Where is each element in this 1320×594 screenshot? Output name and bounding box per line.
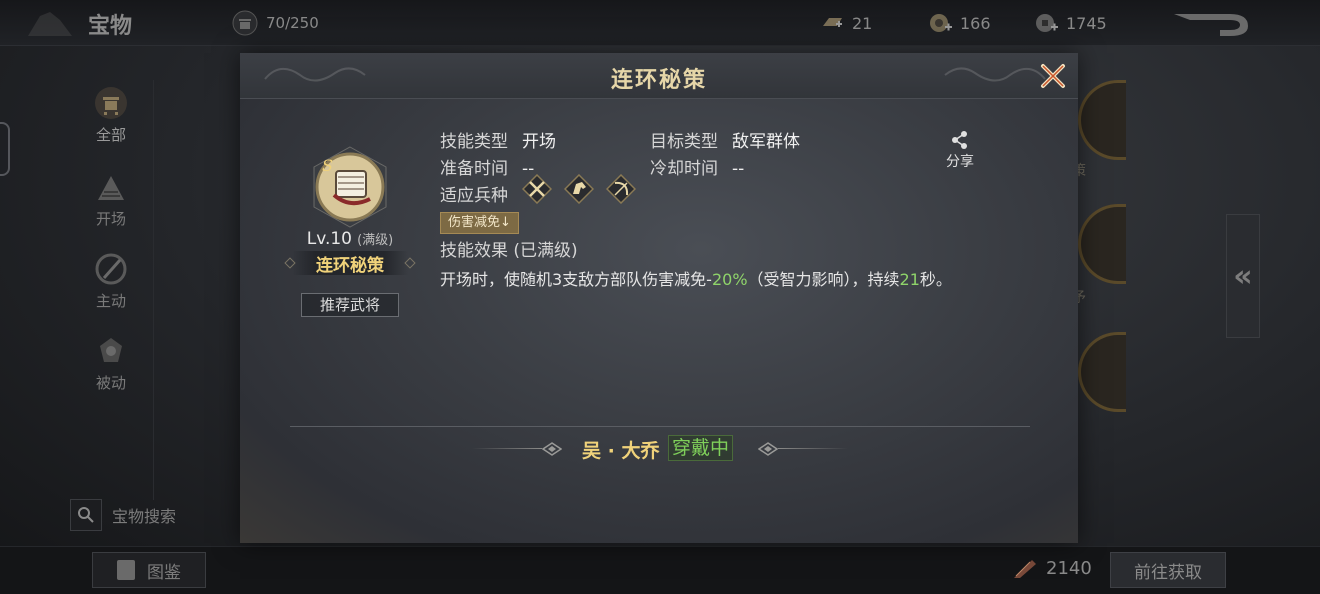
recommend-generals-button[interactable]: 推荐武将 (301, 293, 399, 317)
resource-gold-bar-value: 21 (852, 13, 873, 33)
feather-brush-icon (1014, 560, 1036, 578)
cooldown-label: 冷却时间 (650, 159, 718, 179)
troops-label: 适应兵种 (440, 186, 508, 206)
horse-icon[interactable] (564, 174, 594, 204)
damage-reduction-tag: 伤害减免↓ (440, 212, 519, 234)
ornament-line (778, 448, 848, 449)
effect-text-part1: 开场时，使随机3支敌方部队伤害减免- (440, 270, 712, 289)
target-type-value: 敌军群体 (732, 132, 800, 152)
effect-text-part3: 秒。 (919, 270, 952, 289)
resource-coin-value: 166 (960, 13, 991, 33)
prep-time-row: 准备时间 -- (440, 154, 534, 179)
cooldown-row: 冷却时间 -- (650, 154, 744, 179)
double-chevron-left-icon: « (1233, 258, 1253, 294)
category-opening[interactable]: 开场 (68, 170, 154, 229)
fortress-icon (98, 176, 124, 200)
skill-type-row: 技能类型 开场 (440, 127, 556, 152)
search-label: 宝物搜索 (112, 507, 177, 526)
category-active-label: 主动 (95, 292, 126, 310)
search-icon (70, 499, 102, 531)
modal-title: 连环秘策 (610, 68, 707, 93)
category-opening-label: 开场 (95, 210, 126, 228)
divider (290, 426, 1030, 427)
resource-coin[interactable]: 166 (928, 12, 991, 34)
left-drawer-handle[interactable] (0, 122, 10, 176)
share-label: 分享 (946, 154, 974, 170)
category-all[interactable]: 全部 (68, 86, 154, 145)
cooldown-value: -- (732, 159, 745, 179)
share-icon (952, 131, 967, 149)
level-line: Lv.10 (满级) (280, 229, 420, 249)
skill-type-label: 技能类型 (440, 132, 508, 152)
gold-bar-plus-icon (823, 18, 842, 27)
category-active[interactable]: 主动 (68, 252, 154, 311)
capacity-count: 70/250 (266, 14, 319, 32)
equipped-by-row: 吴 · 大乔 穿戴中 (240, 434, 1078, 464)
treasure-cauldron-icon (95, 87, 127, 119)
skill-type-value: 开场 (522, 132, 556, 152)
effect-text-part2: （受智力影响），持续 (747, 270, 900, 289)
bow-icon[interactable] (606, 174, 636, 204)
diamond-ornament-icon (758, 442, 778, 456)
resource-silver-coin-value: 1745 (1066, 13, 1107, 33)
atlas-button[interactable]: 图鉴 (92, 552, 206, 588)
treasure-detail-modal: 连环秘策 S Lv.10 (满级) 连环秘策 推荐武将 技能类型 开场 目标类型敌… (240, 53, 1078, 543)
book-icon (117, 560, 135, 580)
ornament-line (472, 448, 542, 449)
troops-row: 适应兵种 (440, 181, 508, 206)
share-button[interactable]: 分享 (940, 131, 980, 171)
category-passive[interactable]: 被动 (68, 334, 154, 393)
troop-icons (522, 174, 636, 204)
character-silhouette-icon (28, 12, 72, 36)
page-title: 宝物 (88, 14, 133, 39)
effect-value-2: 21 (899, 270, 920, 289)
coin-plus-icon (930, 14, 952, 32)
diamond-ornament-icon (284, 257, 296, 269)
treasure-search[interactable]: 宝物搜索 (70, 498, 188, 532)
return-button[interactable] (1170, 10, 1254, 40)
equipped-status-badge: 穿戴中 (668, 435, 734, 461)
passive-skill-icon (100, 338, 122, 362)
active-skill-icon (95, 253, 127, 285)
category-all-label: 全部 (95, 126, 126, 144)
collapse-panel-button[interactable]: « (1226, 214, 1260, 338)
goto-acquire-button[interactable]: 前往获取 (1110, 552, 1226, 588)
silver-coin-plus-icon (1036, 14, 1058, 32)
skill-name: 连环秘策 (316, 256, 384, 276)
atlas-label: 图鉴 (147, 562, 181, 583)
diamond-ornament-icon (542, 442, 562, 456)
target-type-row: 目标类型 敌军群体 (650, 127, 800, 152)
skill-name-plate: 连环秘策 (284, 251, 416, 276)
skill-scroll-icon: S (313, 146, 387, 228)
capacity-icon (232, 10, 258, 36)
top-bar (0, 0, 1320, 46)
prep-time-label: 准备时间 (440, 159, 508, 179)
resource-silver-coin[interactable]: 1745 (1034, 12, 1107, 34)
effect-description: 开场时，使随机3支敌方部队伤害减免-20%（受智力影响），持续21秒。 (440, 266, 952, 290)
effect-value-1: 20% (711, 270, 748, 289)
modal-header: 连环秘策 (240, 53, 1078, 99)
close-icon[interactable] (1038, 61, 1068, 91)
category-passive-label: 被动 (95, 374, 126, 392)
skill-level-note: (满级) (357, 233, 394, 248)
equipped-general-name: 吴 · 大乔 (582, 440, 660, 462)
resource-gold-bar[interactable]: 21 (820, 12, 872, 34)
crossed-spears-icon[interactable] (522, 174, 552, 204)
grade-letter: S (322, 156, 333, 175)
effect-title: 技能效果 (已满级) (440, 241, 578, 261)
category-sidebar: 全部 开场 主动 被动 (68, 80, 154, 500)
diamond-ornament-icon (404, 257, 416, 269)
skill-level: Lv.10 (306, 229, 352, 249)
target-type-label: 目标类型 (650, 132, 718, 152)
treasure-score: 2140 (1012, 556, 1092, 580)
treasure-score-value: 2140 (1046, 557, 1092, 579)
